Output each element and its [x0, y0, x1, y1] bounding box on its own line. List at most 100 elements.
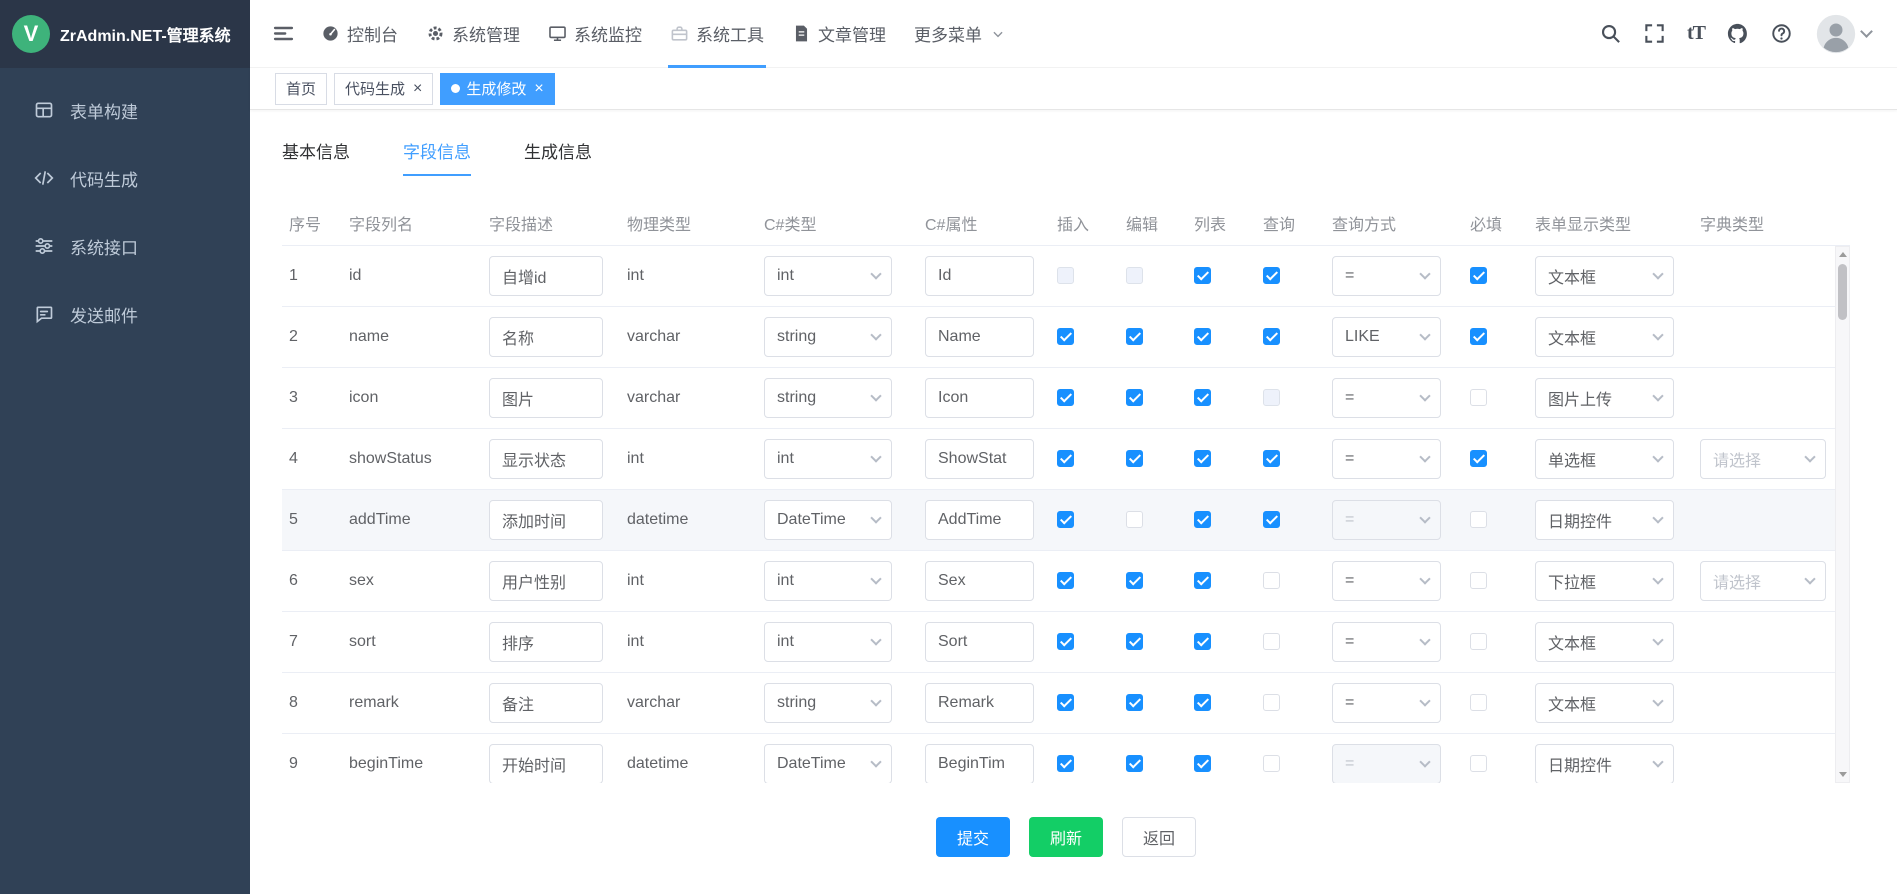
list-checkbox[interactable]: [1194, 389, 1211, 406]
display-type-select[interactable]: 日期控件: [1535, 744, 1674, 783]
content-tab[interactable]: 生成信息: [524, 138, 592, 176]
query-method-select[interactable]: =: [1332, 622, 1441, 662]
edit-checkbox[interactable]: [1126, 389, 1143, 406]
github-icon[interactable]: [1726, 22, 1749, 45]
query-method-select[interactable]: =: [1332, 500, 1441, 540]
required-checkbox[interactable]: [1470, 633, 1487, 650]
font-size-icon[interactable]: tT: [1687, 22, 1705, 45]
nav-item-dashboard[interactable]: 控制台: [307, 0, 412, 67]
description-input[interactable]: [489, 561, 603, 601]
csharp-property-input[interactable]: [925, 561, 1034, 601]
scroll-up-arrow[interactable]: [1836, 248, 1849, 262]
display-type-select[interactable]: 文本框: [1535, 622, 1674, 662]
user-avatar[interactable]: [1816, 14, 1871, 54]
hamburger-icon[interactable]: [272, 22, 295, 45]
display-type-select[interactable]: 下拉框: [1535, 561, 1674, 601]
tag-view[interactable]: 首页: [275, 73, 327, 105]
dict-type-select[interactable]: 请选择: [1700, 561, 1826, 601]
insert-checkbox[interactable]: [1057, 755, 1074, 772]
required-checkbox[interactable]: [1470, 511, 1487, 528]
csharp-type-select[interactable]: string: [764, 683, 892, 723]
query-checkbox[interactable]: [1263, 267, 1280, 284]
edit-checkbox[interactable]: [1126, 572, 1143, 589]
csharp-type-select[interactable]: string: [764, 378, 892, 418]
sidebar-item-system-api[interactable]: 系统接口: [0, 212, 250, 280]
nav-item-system-manage[interactable]: 系统管理: [412, 0, 534, 67]
close-icon[interactable]: ×: [413, 81, 422, 97]
list-checkbox[interactable]: [1194, 572, 1211, 589]
description-input[interactable]: [489, 256, 603, 296]
display-type-select[interactable]: 文本框: [1535, 317, 1674, 357]
list-checkbox[interactable]: [1194, 450, 1211, 467]
query-checkbox[interactable]: [1263, 511, 1280, 528]
scroll-down-arrow[interactable]: [1836, 767, 1849, 781]
sidebar-item-form-build[interactable]: 表单构建: [0, 76, 250, 144]
sidebar-item-send-mail[interactable]: 发送邮件: [0, 280, 250, 348]
nav-item-system-monitor[interactable]: 系统监控: [534, 0, 656, 67]
csharp-property-input[interactable]: [925, 317, 1034, 357]
insert-checkbox[interactable]: [1057, 389, 1074, 406]
dict-type-select[interactable]: 请选择: [1700, 439, 1826, 479]
insert-checkbox[interactable]: [1057, 511, 1074, 528]
csharp-property-input[interactable]: [925, 378, 1034, 418]
submit-button[interactable]: 提交: [936, 817, 1010, 857]
table-scrollbar[interactable]: [1835, 246, 1850, 783]
csharp-property-input[interactable]: [925, 744, 1034, 783]
display-type-select[interactable]: 文本框: [1535, 683, 1674, 723]
query-checkbox[interactable]: [1263, 328, 1280, 345]
required-checkbox[interactable]: [1470, 450, 1487, 467]
csharp-type-select[interactable]: DateTime: [764, 500, 892, 540]
query-method-select[interactable]: =: [1332, 744, 1441, 783]
scrollbar-thumb[interactable]: [1838, 264, 1847, 320]
tag-view[interactable]: 生成修改×: [440, 73, 554, 105]
query-checkbox[interactable]: [1263, 694, 1280, 711]
required-checkbox[interactable]: [1470, 755, 1487, 772]
description-input[interactable]: [489, 317, 603, 357]
display-type-select[interactable]: 图片上传: [1535, 378, 1674, 418]
csharp-property-input[interactable]: [925, 500, 1034, 540]
description-input[interactable]: [489, 439, 603, 479]
edit-checkbox[interactable]: [1126, 755, 1143, 772]
csharp-type-select[interactable]: DateTime: [764, 744, 892, 783]
display-type-select[interactable]: 单选框: [1535, 439, 1674, 479]
description-input[interactable]: [489, 500, 603, 540]
content-tab[interactable]: 字段信息: [403, 138, 471, 176]
query-method-select[interactable]: =: [1332, 378, 1441, 418]
query-checkbox[interactable]: [1263, 755, 1280, 772]
csharp-property-input[interactable]: [925, 439, 1034, 479]
query-checkbox[interactable]: [1263, 633, 1280, 650]
required-checkbox[interactable]: [1470, 694, 1487, 711]
insert-checkbox[interactable]: [1057, 572, 1074, 589]
edit-checkbox[interactable]: [1126, 633, 1143, 650]
nav-item-article-manage[interactable]: 文章管理: [778, 0, 900, 67]
required-checkbox[interactable]: [1470, 267, 1487, 284]
close-icon[interactable]: ×: [534, 81, 543, 97]
csharp-property-input[interactable]: [925, 683, 1034, 723]
edit-checkbox[interactable]: [1126, 694, 1143, 711]
search-icon[interactable]: [1599, 22, 1622, 45]
content-tab[interactable]: 基本信息: [282, 138, 350, 176]
query-method-select[interactable]: =: [1332, 683, 1441, 723]
csharp-type-select[interactable]: int: [764, 561, 892, 601]
query-method-select[interactable]: =: [1332, 561, 1441, 601]
nav-item-more-menu[interactable]: 更多菜单: [900, 0, 1019, 67]
csharp-type-select[interactable]: int: [764, 256, 892, 296]
display-type-select[interactable]: 文本框: [1535, 256, 1674, 296]
insert-checkbox[interactable]: [1057, 694, 1074, 711]
required-checkbox[interactable]: [1470, 389, 1487, 406]
required-checkbox[interactable]: [1470, 572, 1487, 589]
csharp-type-select[interactable]: string: [764, 317, 892, 357]
description-input[interactable]: [489, 683, 603, 723]
refresh-button[interactable]: 刷新: [1029, 817, 1103, 857]
app-logo[interactable]: V ZrAdmin.NET-管理系统: [0, 0, 250, 68]
csharp-type-select[interactable]: int: [764, 439, 892, 479]
list-checkbox[interactable]: [1194, 755, 1211, 772]
required-checkbox[interactable]: [1470, 328, 1487, 345]
insert-checkbox[interactable]: [1057, 450, 1074, 467]
query-method-select[interactable]: LIKE: [1332, 317, 1441, 357]
list-checkbox[interactable]: [1194, 328, 1211, 345]
description-input[interactable]: [489, 378, 603, 418]
help-icon[interactable]: [1770, 22, 1793, 45]
insert-checkbox[interactable]: [1057, 328, 1074, 345]
tag-view[interactable]: 代码生成×: [334, 73, 433, 105]
